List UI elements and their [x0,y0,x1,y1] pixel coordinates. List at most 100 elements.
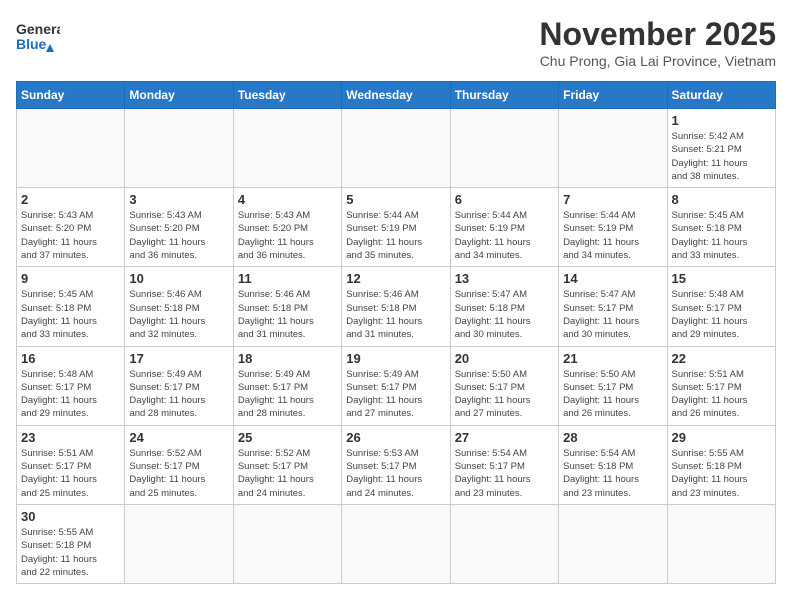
calendar-row: 2 Sunrise: 5:43 AM Sunset: 5:20 PM Daylig… [17,188,776,267]
day-info: Sunrise: 5:51 AM Sunset: 5:17 PM Dayligh… [21,447,120,500]
calendar-cell: 9 Sunrise: 5:45 AM Sunset: 5:18 PM Daylig… [17,267,125,346]
day-number: 8 [672,192,771,207]
svg-text:Blue: Blue [16,36,47,52]
calendar-cell: 23 Sunrise: 5:51 AM Sunset: 5:17 PM Dayli… [17,425,125,504]
day-number: 4 [238,192,337,207]
calendar-cell [125,109,233,188]
calendar-cell: 18Sunrise: 5:49 AM Sunset: 5:17 PM Dayli… [233,346,341,425]
calendar-cell: 12Sunrise: 5:46 AM Sunset: 5:18 PM Dayli… [342,267,450,346]
calendar-cell: 1Sunrise: 5:42 AM Sunset: 5:21 PM Daylig… [667,109,775,188]
logo: General Blue [16,16,60,60]
calendar-cell: 3Sunrise: 5:43 AM Sunset: 5:20 PM Daylig… [125,188,233,267]
calendar-cell-empty [125,504,233,583]
calendar-row: 23 Sunrise: 5:51 AM Sunset: 5:17 PM Dayli… [17,425,776,504]
day-number: 24 [129,430,228,445]
calendar-row: 1Sunrise: 5:42 AM Sunset: 5:21 PM Daylig… [17,109,776,188]
day-number: 9 [21,271,120,286]
day-info: Sunrise: 5:43 AM Sunset: 5:20 PM Dayligh… [21,209,120,262]
day-info: Sunrise: 5:49 AM Sunset: 5:17 PM Dayligh… [346,368,445,421]
calendar-cell: 27 Sunrise: 5:54 AM Sunset: 5:17 PM Dayli… [450,425,558,504]
day-number: 25 [238,430,337,445]
day-info: Sunrise: 5:51 AM Sunset: 5:17 PM Dayligh… [672,368,771,421]
weekday-wednesday: Wednesday [342,82,450,109]
weekday-friday: Friday [559,82,667,109]
calendar-cell: 11 Sunrise: 5:46 AM Sunset: 5:18 PM Dayli… [233,267,341,346]
calendar-cell: 16 Sunrise: 5:48 AM Sunset: 5:17 PM Dayli… [17,346,125,425]
calendar-cell [342,109,450,188]
day-number: 28 [563,430,662,445]
day-number: 19 [346,351,445,366]
day-number: 5 [346,192,445,207]
calendar-cell: 20 Sunrise: 5:50 AM Sunset: 5:17 PM Dayli… [450,346,558,425]
page-header: General Blue November 2025 Chu Prong, Gi… [16,16,776,69]
day-info: Sunrise: 5:55 AM Sunset: 5:18 PM Dayligh… [21,526,120,579]
day-number: 11 [238,271,337,286]
calendar-cell-empty [233,504,341,583]
day-number: 26 [346,430,445,445]
weekday-monday: Monday [125,82,233,109]
day-number: 27 [455,430,554,445]
svg-text:General: General [16,21,60,37]
day-info: Sunrise: 5:45 AM Sunset: 5:18 PM Dayligh… [21,288,120,341]
logo-icon: General Blue [16,16,60,60]
calendar-cell: 19 Sunrise: 5:49 AM Sunset: 5:17 PM Dayli… [342,346,450,425]
calendar-cell: 15Sunrise: 5:48 AM Sunset: 5:17 PM Dayli… [667,267,775,346]
day-info: Sunrise: 5:42 AM Sunset: 5:21 PM Dayligh… [672,130,771,183]
day-info: Sunrise: 5:49 AM Sunset: 5:17 PM Dayligh… [129,368,228,421]
day-info: Sunrise: 5:43 AM Sunset: 5:20 PM Dayligh… [129,209,228,262]
calendar-cell [17,109,125,188]
day-info: Sunrise: 5:44 AM Sunset: 5:19 PM Dayligh… [563,209,662,262]
day-info: Sunrise: 5:47 AM Sunset: 5:18 PM Dayligh… [455,288,554,341]
day-info: Sunrise: 5:46 AM Sunset: 5:18 PM Dayligh… [346,288,445,341]
day-number: 23 [21,430,120,445]
day-number: 17 [129,351,228,366]
calendar-cell: 24 Sunrise: 5:52 AM Sunset: 5:17 PM Dayli… [125,425,233,504]
calendar-cell: 2 Sunrise: 5:43 AM Sunset: 5:20 PM Daylig… [17,188,125,267]
calendar-cell-empty [450,504,558,583]
day-info: Sunrise: 5:52 AM Sunset: 5:17 PM Dayligh… [238,447,337,500]
calendar-cell: 30 Sunrise: 5:55 AM Sunset: 5:18 PM Dayli… [17,504,125,583]
day-info: Sunrise: 5:46 AM Sunset: 5:18 PM Dayligh… [238,288,337,341]
day-number: 29 [672,430,771,445]
day-number: 7 [563,192,662,207]
calendar-cell: 14Sunrise: 5:47 AM Sunset: 5:17 PM Dayli… [559,267,667,346]
day-info: Sunrise: 5:44 AM Sunset: 5:19 PM Dayligh… [455,209,554,262]
calendar-cell: 13Sunrise: 5:47 AM Sunset: 5:18 PM Dayli… [450,267,558,346]
day-number: 14 [563,271,662,286]
day-number: 6 [455,192,554,207]
title-area: November 2025 Chu Prong, Gia Lai Provinc… [539,16,776,69]
day-info: Sunrise: 5:44 AM Sunset: 5:19 PM Dayligh… [346,209,445,262]
calendar-row: 30 Sunrise: 5:55 AM Sunset: 5:18 PM Dayli… [17,504,776,583]
calendar-cell: 17 Sunrise: 5:49 AM Sunset: 5:17 PM Dayli… [125,346,233,425]
day-number: 20 [455,351,554,366]
day-number: 2 [21,192,120,207]
calendar-table: SundayMondayTuesdayWednesdayThursdayFrid… [16,81,776,584]
calendar-cell: 8 Sunrise: 5:45 AM Sunset: 5:18 PM Daylig… [667,188,775,267]
calendar-row: 16 Sunrise: 5:48 AM Sunset: 5:17 PM Dayli… [17,346,776,425]
calendar-cell [233,109,341,188]
calendar-cell: 5 Sunrise: 5:44 AM Sunset: 5:19 PM Daylig… [342,188,450,267]
weekday-tuesday: Tuesday [233,82,341,109]
location: Chu Prong, Gia Lai Province, Vietnam [539,53,776,69]
day-info: Sunrise: 5:45 AM Sunset: 5:18 PM Dayligh… [672,209,771,262]
calendar-cell: 21Sunrise: 5:50 AM Sunset: 5:17 PM Dayli… [559,346,667,425]
calendar-cell: 25 Sunrise: 5:52 AM Sunset: 5:17 PM Dayli… [233,425,341,504]
calendar-cell [450,109,558,188]
calendar-cell [559,109,667,188]
day-number: 22 [672,351,771,366]
weekday-sunday: Sunday [17,82,125,109]
day-info: Sunrise: 5:49 AM Sunset: 5:17 PM Dayligh… [238,368,337,421]
day-number: 16 [21,351,120,366]
day-info: Sunrise: 5:52 AM Sunset: 5:17 PM Dayligh… [129,447,228,500]
day-info: Sunrise: 5:43 AM Sunset: 5:20 PM Dayligh… [238,209,337,262]
day-info: Sunrise: 5:50 AM Sunset: 5:17 PM Dayligh… [455,368,554,421]
day-info: Sunrise: 5:54 AM Sunset: 5:17 PM Dayligh… [455,447,554,500]
day-number: 30 [21,509,120,524]
calendar-row: 9 Sunrise: 5:45 AM Sunset: 5:18 PM Daylig… [17,267,776,346]
calendar-cell: 29Sunrise: 5:55 AM Sunset: 5:18 PM Dayli… [667,425,775,504]
weekday-header-row: SundayMondayTuesdayWednesdayThursdayFrid… [17,82,776,109]
day-number: 15 [672,271,771,286]
calendar-cell-empty [667,504,775,583]
day-number: 21 [563,351,662,366]
day-info: Sunrise: 5:48 AM Sunset: 5:17 PM Dayligh… [21,368,120,421]
